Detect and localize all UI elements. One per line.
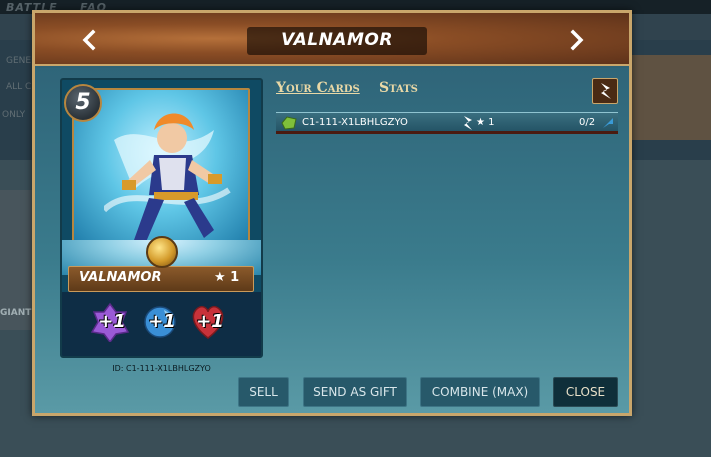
edition-icon: [464, 116, 472, 130]
close-button[interactable]: CLOSE: [553, 377, 618, 407]
gem-icon: [281, 116, 297, 130]
tab-your-cards[interactable]: Your Cards: [276, 80, 360, 96]
card-row-count: 0/2: [579, 117, 596, 128]
hero-illustration: [104, 113, 231, 242]
modal-header: VALNAMOR: [35, 13, 629, 66]
health-stat-icon: +1: [188, 302, 228, 342]
chevron-right-icon[interactable]: [565, 29, 587, 51]
ability-orb-icon: [146, 236, 178, 268]
chevron-left-icon[interactable]: [79, 29, 101, 51]
card-level: ★ 1: [214, 270, 240, 285]
monster-card: 5 VALNAMOR ★ 1 +1 +1 +1: [60, 78, 263, 358]
mana-cost-badge: 5: [64, 84, 102, 122]
tab-stats[interactable]: Stats: [379, 80, 418, 96]
magic-stat-value: +1: [98, 311, 126, 332]
card-id-label: ID: C1-111-X1LBHLGZYO: [112, 364, 211, 373]
speed-stat-icon: +1: [140, 302, 180, 342]
card-name: VALNAMOR: [79, 270, 162, 285]
xp-arrow-icon: [603, 118, 613, 128]
owned-card-row[interactable]: C1-111-X1LBHLGZYO ★ 1 0/2: [276, 112, 618, 134]
modal-title: VALNAMOR: [281, 30, 393, 50]
card-detail-modal: VALNAMOR 5 VALNAMOR ★ 1 +1 +1 +1 ID: C1-…: [32, 10, 632, 416]
combine-button[interactable]: COMBINE (MAX): [420, 377, 540, 407]
card-stats-bar: +1 +1 +1: [62, 292, 261, 356]
health-stat-value: +1: [196, 311, 224, 332]
card-uid: C1-111-X1LBHLGZYO: [302, 117, 408, 128]
modal-body: 5 VALNAMOR ★ 1 +1 +1 +1 ID: C1-111-X1LBH…: [35, 68, 629, 413]
edition-filter-button[interactable]: [592, 78, 618, 104]
magic-stat-icon: +1: [90, 302, 130, 344]
lightning-icon: [601, 83, 611, 99]
send-as-gift-button[interactable]: SEND AS GIFT: [303, 377, 407, 407]
sell-button[interactable]: SELL: [238, 377, 289, 407]
speed-stat-value: +1: [148, 311, 176, 332]
card-row-level: ★ 1: [476, 117, 495, 128]
